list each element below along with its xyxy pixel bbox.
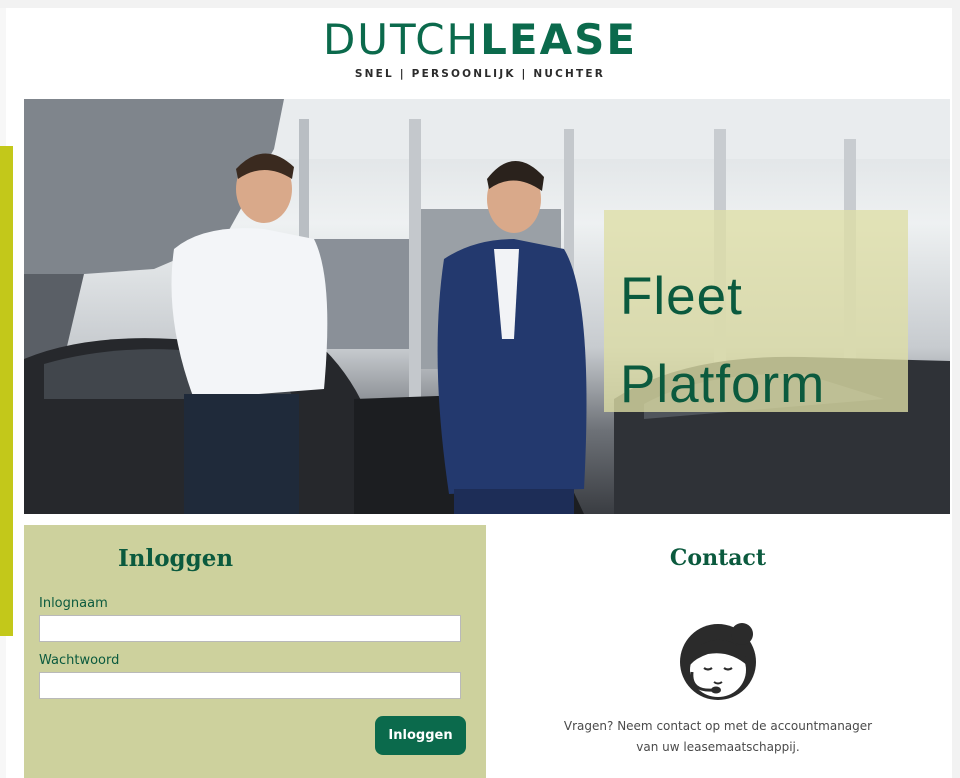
hero-title: Fleet Platform [620, 253, 825, 429]
username-input[interactable] [39, 615, 461, 642]
brand-logo: DUTCHLEASE SNEL | PERSOONLIJK | NUCHTER [0, 18, 960, 81]
login-title: Inloggen [118, 545, 234, 572]
hero-title-line1: Fleet [620, 267, 743, 326]
password-label: Wachtwoord [39, 653, 120, 668]
window-right-edge [952, 0, 960, 778]
username-label: Inlognaam [39, 596, 108, 611]
contact-title: Contact [669, 545, 767, 571]
logo-word-light: DUTCH [322, 15, 481, 64]
contact-text-line1: Vragen? Neem contact op met de accountma… [563, 719, 873, 733]
brand-tagline: SNEL | PERSOONLIJK | NUCHTER [354, 68, 606, 80]
contact-text: Vragen? Neem contact op met de accountma… [518, 716, 918, 758]
logo-wordmark: DUTCHLEASE [0, 18, 960, 62]
window-top-edge [0, 0, 960, 8]
customer-service-agent-icon [678, 620, 762, 708]
password-input[interactable] [39, 672, 461, 699]
side-accent-bar [0, 146, 13, 636]
contact-text-line2: van uw leasemaatschappij. [636, 740, 800, 754]
logo-word-bold: LEASE [480, 15, 638, 64]
hero-title-line2: Platform [620, 355, 826, 414]
login-button[interactable]: Inloggen [375, 716, 466, 755]
